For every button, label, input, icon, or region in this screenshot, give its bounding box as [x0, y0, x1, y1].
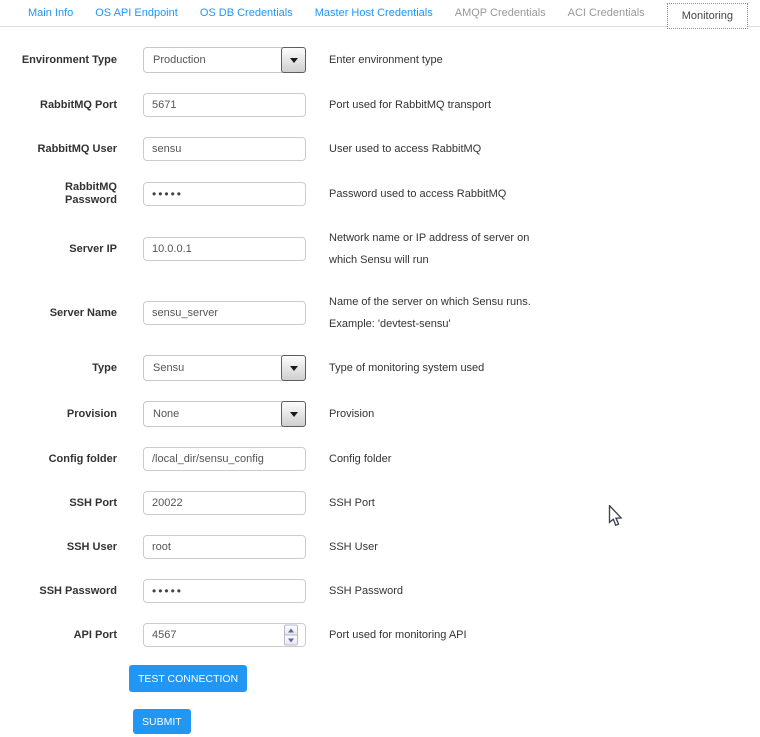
- tab-monitoring[interactable]: Monitoring: [667, 3, 748, 29]
- tab-master-host-credentials[interactable]: Master Host Credentials: [315, 7, 433, 19]
- field-row-rabbitmq-password: RabbitMQ Password Password used to acces…: [0, 181, 760, 207]
- chevron-down-icon[interactable]: [281, 401, 306, 427]
- provision-select[interactable]: None: [143, 401, 306, 427]
- rabbitmq-user-input[interactable]: [143, 137, 306, 161]
- field-row-type: Type Sensu Type of monitoring system use…: [0, 355, 760, 381]
- config-folder-input[interactable]: [143, 447, 306, 471]
- monitoring-settings-page: Main Info OS API Endpoint OS DB Credenti…: [0, 0, 760, 737]
- ssh-password-help: SSH Password: [329, 580, 557, 602]
- tab-os-db-credentials[interactable]: OS DB Credentials: [200, 7, 293, 19]
- server-name-label: Server Name: [0, 307, 117, 320]
- field-row-ssh-password: SSH Password SSH Password: [0, 579, 760, 603]
- type-help: Type of monitoring system used: [329, 357, 557, 379]
- server-ip-label: Server IP: [0, 243, 117, 256]
- api-port-input[interactable]: [143, 623, 306, 647]
- rabbitmq-user-label: RabbitMQ User: [0, 143, 117, 156]
- field-row-server-name: Server Name Name of the server on which …: [0, 291, 760, 335]
- ssh-password-label: SSH Password: [0, 585, 117, 598]
- api-port-help: Port used for monitoring API: [329, 624, 557, 646]
- number-stepper: [284, 625, 298, 646]
- ssh-port-help: SSH Port: [329, 492, 557, 514]
- environment-type-selected-value: Production: [153, 54, 206, 66]
- field-row-rabbitmq-user: RabbitMQ User User used to access Rabbit…: [0, 137, 760, 161]
- rabbitmq-user-help: User used to access RabbitMQ: [329, 138, 557, 160]
- ssh-port-input[interactable]: [143, 491, 306, 515]
- ssh-port-label: SSH Port: [0, 497, 117, 510]
- rabbitmq-password-input[interactable]: [143, 182, 306, 206]
- field-row-provision: Provision None Provision: [0, 401, 760, 427]
- chevron-down-icon[interactable]: [281, 47, 306, 73]
- field-row-ssh-port: SSH Port SSH Port: [0, 491, 760, 515]
- provision-label: Provision: [0, 408, 117, 421]
- api-port-label: API Port: [0, 629, 117, 642]
- type-label: Type: [0, 362, 117, 375]
- field-row-config-folder: Config folder Config folder: [0, 447, 760, 471]
- chevron-down-icon[interactable]: [281, 355, 306, 381]
- ssh-password-input[interactable]: [143, 579, 306, 603]
- rabbitmq-password-help: Password used to access RabbitMQ: [329, 183, 557, 205]
- server-name-input[interactable]: [143, 301, 306, 325]
- config-folder-help: Config folder: [329, 448, 557, 470]
- tab-os-api-endpoint[interactable]: OS API Endpoint: [95, 7, 178, 19]
- rabbitmq-port-input[interactable]: [143, 93, 306, 117]
- ssh-user-label: SSH User: [0, 541, 117, 554]
- test-connection-button[interactable]: TEST CONNECTION: [129, 665, 247, 692]
- tab-main-info[interactable]: Main Info: [28, 7, 73, 19]
- server-name-help: Name of the server on which Sensu runs. …: [329, 291, 557, 335]
- provision-selected-value: None: [153, 408, 179, 420]
- environment-type-label: Environment Type: [0, 54, 117, 67]
- ssh-user-input[interactable]: [143, 535, 306, 559]
- environment-type-select[interactable]: Production: [143, 47, 306, 73]
- config-folder-label: Config folder: [0, 453, 117, 466]
- field-row-server-ip: Server IP Network name or IP address of …: [0, 227, 760, 271]
- monitoring-form: Environment Type Production Enter enviro…: [0, 47, 760, 734]
- submit-button[interactable]: SUBMIT: [133, 709, 191, 734]
- tab-bar: Main Info OS API Endpoint OS DB Credenti…: [0, 0, 760, 27]
- field-row-api-port: API Port Port used for monitoring API: [0, 623, 760, 647]
- environment-type-help: Enter environment type: [329, 49, 557, 71]
- ssh-user-help: SSH User: [329, 536, 557, 558]
- rabbitmq-password-label: RabbitMQ Password: [0, 181, 117, 207]
- rabbitmq-port-label: RabbitMQ Port: [0, 99, 117, 112]
- stepper-down-icon[interactable]: [284, 635, 298, 646]
- provision-help: Provision: [329, 403, 557, 425]
- rabbitmq-port-help: Port used for RabbitMQ transport: [329, 94, 557, 116]
- type-select[interactable]: Sensu: [143, 355, 306, 381]
- field-row-ssh-user: SSH User SSH User: [0, 535, 760, 559]
- field-row-rabbitmq-port: RabbitMQ Port Port used for RabbitMQ tra…: [0, 93, 760, 117]
- type-selected-value: Sensu: [153, 362, 184, 374]
- tab-aci-credentials[interactable]: ACI Credentials: [568, 7, 645, 19]
- server-ip-input[interactable]: [143, 237, 306, 261]
- tab-amqp-credentials[interactable]: AMQP Credentials: [455, 7, 546, 19]
- field-row-environment-type: Environment Type Production Enter enviro…: [0, 47, 760, 73]
- server-ip-help: Network name or IP address of server on …: [329, 227, 557, 271]
